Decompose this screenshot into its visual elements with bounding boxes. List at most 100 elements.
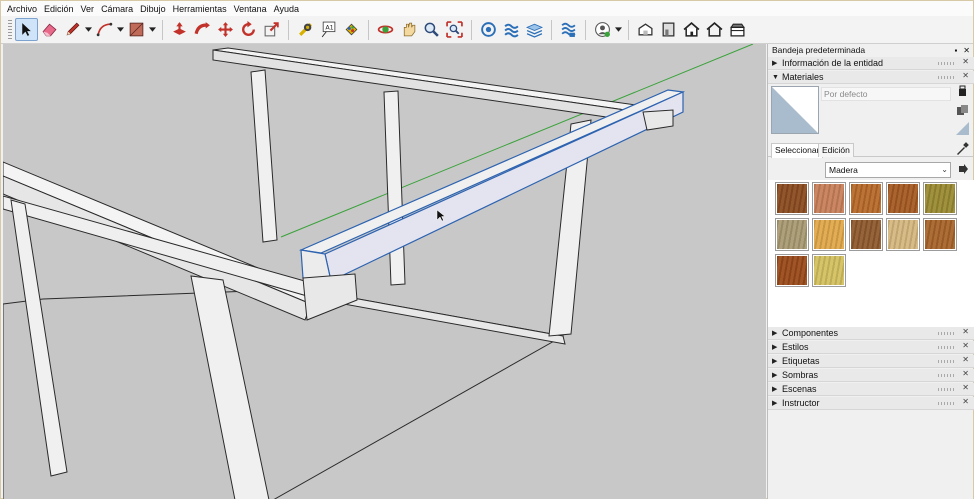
sample-paint-button[interactable] <box>955 141 970 156</box>
material-preview[interactable] <box>771 86 819 134</box>
material-swatch[interactable] <box>775 182 809 215</box>
toolbar-grip[interactable] <box>8 19 12 40</box>
paint-bucket-tool-button[interactable] <box>340 18 363 41</box>
panel-estilos[interactable]: ▶ Estilos ✕ <box>768 341 974 354</box>
collection-select[interactable]: Madera ⌄ <box>825 162 951 178</box>
material-swatch[interactable] <box>849 182 883 215</box>
select-tool-button[interactable] <box>15 18 38 41</box>
material-swatch[interactable] <box>812 218 846 251</box>
close-icon[interactable]: ✕ <box>962 383 969 392</box>
create-material-button[interactable] <box>955 102 970 117</box>
iso-view-icon <box>638 23 653 36</box>
panel-etiquetas[interactable]: ▶ Etiquetas ✕ <box>768 355 974 368</box>
panel-grip[interactable] <box>938 62 954 65</box>
shape-tool-button[interactable] <box>125 18 148 41</box>
panel-entity-info[interactable]: ▶ Información de la entidad ✕ <box>768 57 974 70</box>
sketchup-window: Archivo Edición Ver Cámara Dibujo Herram… <box>0 0 974 499</box>
swatch-fill <box>888 184 918 213</box>
panel-sombras[interactable]: ▶ Sombras ✕ <box>768 369 974 382</box>
menu-archivo[interactable]: Archivo <box>5 4 42 14</box>
material-swatch[interactable] <box>849 218 883 251</box>
material-swatch[interactable] <box>775 254 809 287</box>
display-secondary-button[interactable] <box>955 84 970 99</box>
push-pull-tool-button[interactable] <box>168 18 191 41</box>
front-view-button[interactable] <box>657 18 680 41</box>
move-icon <box>218 22 233 37</box>
move-tool-button[interactable] <box>214 18 237 41</box>
close-icon[interactable]: ✕ <box>963 46 970 55</box>
material-swatch[interactable] <box>923 182 957 215</box>
material-swatch[interactable] <box>812 182 846 215</box>
iso-view-button[interactable] <box>634 18 657 41</box>
pin-icon[interactable]: ▪ <box>954 46 957 55</box>
pan-tool-button[interactable] <box>397 18 420 41</box>
panel-grip[interactable] <box>938 402 954 405</box>
swatch-fill <box>888 220 918 249</box>
panel-grip[interactable] <box>938 388 954 391</box>
menu-camara[interactable]: Cámara <box>99 4 138 14</box>
material-swatch[interactable] <box>886 218 920 251</box>
select-icon <box>22 23 31 36</box>
close-icon[interactable]: ✕ <box>962 369 969 378</box>
sandbox-button[interactable] <box>557 18 580 41</box>
close-icon[interactable]: ✕ <box>962 57 969 66</box>
menu-ver[interactable]: Ver <box>79 4 100 14</box>
extension-warehouse-button[interactable] <box>500 18 523 41</box>
menu-ayuda[interactable]: Ayuda <box>272 4 304 14</box>
material-swatch[interactable] <box>812 254 846 287</box>
tape-measure-tool-button[interactable] <box>294 18 317 41</box>
zoom-extents-tool-button[interactable] <box>443 18 466 41</box>
pencil-dropdown[interactable] <box>84 18 93 41</box>
material-swatch[interactable] <box>886 182 920 215</box>
scale-tool-button[interactable] <box>260 18 283 41</box>
panel-grip[interactable] <box>938 76 954 79</box>
panel-grip[interactable] <box>938 346 954 349</box>
material-swatch[interactable] <box>775 218 809 251</box>
menu-ventana[interactable]: Ventana <box>232 4 272 14</box>
close-icon[interactable]: ✕ <box>962 71 969 80</box>
rotate-tool-button[interactable] <box>237 18 260 41</box>
top-view-button[interactable] <box>726 18 749 41</box>
user-account-button[interactable] <box>591 18 614 41</box>
panel-escenas[interactable]: ▶ Escenas ✕ <box>768 383 974 396</box>
orbit-tool-button[interactable] <box>374 18 397 41</box>
warehouse-button[interactable] <box>477 18 500 41</box>
toolbar-separator <box>288 19 289 40</box>
pencil-tool-button[interactable] <box>61 18 84 41</box>
close-icon[interactable]: ✕ <box>962 355 969 364</box>
material-name-field[interactable]: Por defecto <box>821 87 951 101</box>
tab-edicion[interactable]: Edición <box>818 143 854 157</box>
modeling-viewport[interactable] <box>3 44 766 499</box>
user-dropdown[interactable] <box>614 18 623 41</box>
eraser-tool-button[interactable] <box>38 18 61 41</box>
panel-instructor[interactable]: ▶ Instructor ✕ <box>768 397 974 410</box>
arc-dropdown[interactable] <box>116 18 125 41</box>
caret-right-icon: ▶ <box>772 330 778 337</box>
panel-grip[interactable] <box>938 374 954 377</box>
menu-edicion[interactable]: Edición <box>42 4 79 14</box>
follow-me-tool-button[interactable] <box>191 18 214 41</box>
menu-herramientas[interactable]: Herramientas <box>171 4 232 14</box>
tab-seleccionar[interactable]: Seleccionar <box>771 143 824 158</box>
model-canvas[interactable] <box>3 44 766 499</box>
shape-dropdown[interactable] <box>148 18 157 41</box>
arc-tool-button[interactable] <box>93 18 116 41</box>
panel-materials[interactable]: ▼ Materiales ✕ <box>768 71 974 84</box>
tray-title: Bandeja predeterminada <box>772 45 866 55</box>
home-view-button[interactable] <box>680 18 703 41</box>
close-icon[interactable]: ✕ <box>962 397 969 406</box>
close-icon[interactable]: ✕ <box>962 327 969 336</box>
layout-button[interactable] <box>523 18 546 41</box>
details-button[interactable] <box>955 161 970 176</box>
menu-dibujo[interactable]: Dibujo <box>138 4 171 14</box>
close-icon[interactable]: ✕ <box>962 341 969 350</box>
panel-grip[interactable] <box>938 332 954 335</box>
text-icon: A1 <box>321 21 336 38</box>
text-tool-button[interactable]: A1 <box>317 18 340 41</box>
zoom-tool-button[interactable] <box>420 18 443 41</box>
house-outline-button[interactable] <box>703 18 726 41</box>
pan-icon <box>403 22 416 37</box>
panel-grip[interactable] <box>938 360 954 363</box>
material-swatch[interactable] <box>923 218 957 251</box>
panel-componentes[interactable]: ▶ Componentes ✕ <box>768 327 974 340</box>
